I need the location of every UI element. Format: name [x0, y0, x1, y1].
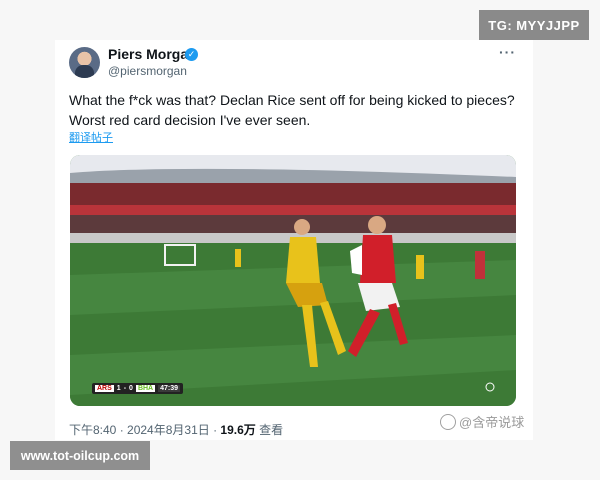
more-options-icon[interactable]: ··· [499, 44, 516, 60]
tweet-media-photo[interactable] [70, 155, 516, 406]
verified-badge-icon: ✓ [185, 48, 198, 61]
tweet-text-line-2: Worst red card decision I've ever seen. [69, 112, 311, 128]
home-team: ARS [95, 385, 114, 392]
tweet-text-line-1: What the f*ck was that? Declan Rice sent… [69, 92, 515, 108]
source-watermark: @含帝说球 [440, 412, 524, 431]
player-head [368, 216, 386, 234]
score-separator: - [123, 385, 127, 392]
distant-player [416, 255, 424, 279]
football-match-photo [70, 155, 516, 406]
match-clock: 47:39 [158, 385, 181, 392]
views-count: 19.6万 [220, 423, 256, 437]
author-handle[interactable]: @piersmorgan [108, 64, 187, 78]
home-score: 1 [116, 385, 121, 392]
arsenal-player-shirt [360, 235, 396, 283]
stand-band [70, 205, 516, 215]
away-score: 0 [129, 385, 133, 392]
tweet-timestamp[interactable]: 下午8:40 · 2024年8月31日 · [69, 423, 220, 437]
profile-icon [440, 413, 456, 430]
website-watermark: www.tot-oilcup.com [10, 441, 150, 470]
distant-player [235, 249, 241, 267]
away-team: BHA [135, 385, 156, 392]
distant-player [475, 251, 485, 279]
player-head [294, 219, 310, 235]
translate-post-link[interactable]: 翻译帖子 [69, 129, 113, 145]
scoreboard: ARS 1 - 0 BHA 47:39 [92, 383, 184, 394]
views-label: 查看 [255, 423, 284, 437]
tweet-meta: 下午8:40 · 2024年8月31日 · 19.6万 查看 [69, 421, 283, 438]
telegram-watermark: TG: MYYJJPP [479, 10, 589, 40]
brighton-player-shirt [286, 237, 320, 283]
author-name[interactable]: Piers Morgan [108, 46, 197, 62]
source-watermark-text: @含帝说球 [459, 415, 525, 430]
avatar[interactable] [69, 47, 100, 78]
tweet-text: What the f*ck was that? Declan Rice sent… [69, 90, 519, 130]
